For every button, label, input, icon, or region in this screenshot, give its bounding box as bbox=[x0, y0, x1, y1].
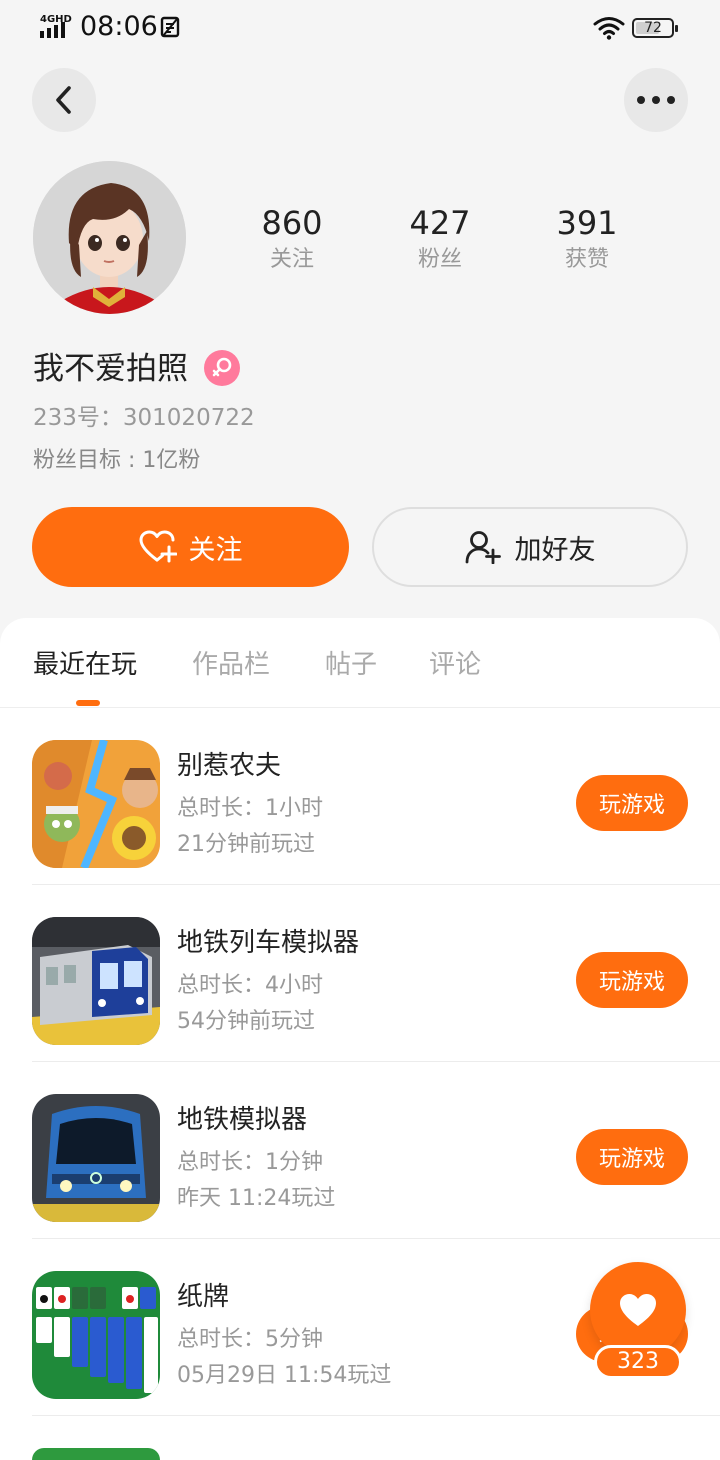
tab-comments[interactable]: 评论 bbox=[429, 646, 481, 684]
game-list-item[interactable]: 地铁模拟器 总时长：1分钟 昨天 11:24玩过 玩游戏 bbox=[0, 1062, 720, 1239]
stat-following-label: 关注 bbox=[269, 247, 314, 272]
avatar[interactable] bbox=[33, 161, 186, 314]
stat-fans-value: 427 bbox=[409, 204, 471, 242]
fans-goal: 粉丝目标 : 1亿粉 bbox=[33, 448, 201, 473]
game-title: 纸牌 bbox=[177, 1282, 230, 1312]
game-title: 地铁模拟器 bbox=[177, 1105, 308, 1135]
play-game-button[interactable]: 玩游戏 bbox=[576, 775, 688, 831]
tab-works[interactable]: 作品栏 bbox=[192, 646, 270, 684]
heart-plus-icon bbox=[139, 530, 177, 563]
stat-fans[interactable]: 427 粉丝 bbox=[370, 203, 510, 275]
stat-following[interactable]: 860 关注 bbox=[222, 203, 362, 275]
more-button[interactable] bbox=[624, 68, 688, 132]
active-tab-indicator bbox=[76, 700, 100, 706]
game-duration: 总时长：1分钟 bbox=[177, 1150, 323, 1175]
add-friend-button-label: 加好友 bbox=[514, 534, 596, 566]
battery-level: 72 bbox=[644, 20, 662, 36]
battery-icon: 72 bbox=[632, 18, 678, 38]
game-last-played: 21分钟前玩过 bbox=[177, 832, 315, 857]
game-last-played: 昨天 11:24玩过 bbox=[177, 1186, 336, 1211]
game-title: 地铁列车模拟器 bbox=[177, 928, 360, 958]
status-time: 08:06 bbox=[80, 11, 158, 42]
game-last-played: 54分钟前玩过 bbox=[177, 1009, 315, 1034]
female-icon bbox=[204, 350, 240, 386]
user-id: 233号：301020722 bbox=[33, 405, 255, 431]
stat-likes-value: 391 bbox=[556, 204, 618, 242]
play-game-button[interactable]: 玩游戏 bbox=[576, 1129, 688, 1185]
add-user-icon bbox=[465, 531, 501, 564]
play-game-button[interactable]: 玩游戏 bbox=[576, 952, 688, 1008]
chevron-left-icon bbox=[56, 86, 71, 114]
game-duration: 总时长：1小时 bbox=[177, 796, 323, 821]
cellular-signal-icon: 4GHD bbox=[40, 14, 72, 40]
heart-icon bbox=[620, 1294, 656, 1326]
game-icon-farmer bbox=[32, 740, 160, 868]
game-icon-subway-sim bbox=[32, 1094, 160, 1222]
wifi-icon bbox=[593, 16, 625, 40]
game-last-played: 05月29日 11:54玩过 bbox=[177, 1363, 392, 1388]
game-duration: 总时长：4小时 bbox=[177, 973, 323, 998]
tab-posts[interactable]: 帖子 bbox=[325, 646, 377, 684]
follow-button-label: 关注 bbox=[188, 534, 243, 566]
game-list-item[interactable]: 地铁列车模拟器 总时长：4小时 54分钟前玩过 玩游戏 bbox=[0, 885, 720, 1062]
username: 我不爱拍照 bbox=[33, 351, 188, 387]
stat-likes[interactable]: 391 获赞 bbox=[517, 203, 657, 275]
game-icon-partial bbox=[32, 1448, 160, 1460]
tab-recently-played[interactable]: 最近在玩 bbox=[33, 646, 137, 684]
back-button[interactable] bbox=[32, 68, 96, 132]
like-count-badge: 323 bbox=[594, 1345, 682, 1379]
sim-card-icon bbox=[160, 16, 180, 38]
status-bar: 4GHD 08:06 72 bbox=[0, 0, 720, 56]
row-divider bbox=[32, 1415, 720, 1416]
more-horizontal-icon bbox=[637, 96, 675, 104]
stat-likes-label: 获赞 bbox=[564, 247, 609, 272]
add-friend-button[interactable]: 加好友 bbox=[372, 507, 688, 587]
stat-following-value: 860 bbox=[261, 204, 323, 242]
avatar-illustration bbox=[33, 161, 186, 314]
game-title: 别惹农夫 bbox=[177, 751, 282, 781]
stat-fans-label: 粉丝 bbox=[417, 247, 462, 272]
game-duration: 总时长：5分钟 bbox=[177, 1327, 323, 1352]
game-icon-solitaire bbox=[32, 1271, 160, 1399]
game-list-item[interactable]: 别惹农夫 总时长：1小时 21分钟前玩过 玩游戏 bbox=[0, 708, 720, 885]
game-icon-subway-train-sim bbox=[32, 917, 160, 1045]
floating-like-button[interactable] bbox=[590, 1262, 686, 1358]
follow-button[interactable]: 关注 bbox=[32, 507, 349, 587]
